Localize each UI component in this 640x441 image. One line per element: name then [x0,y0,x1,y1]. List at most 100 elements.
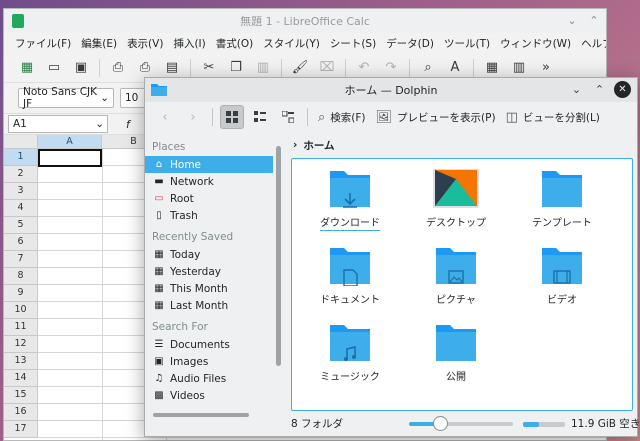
folder-documents[interactable]: ドキュメント [300,246,400,320]
places-item-last-month[interactable]: ▦ Last Month [145,297,273,314]
folder-music[interactable]: ミュージック [300,323,400,397]
row-header[interactable]: 14 [4,370,38,387]
row-header[interactable]: 6 [4,234,38,251]
row-header[interactable]: 8 [4,268,38,285]
print-icon[interactable]: ⎙ [136,59,154,77]
row-header[interactable]: 3 [4,183,38,200]
trash-icon: ▯ [156,210,162,221]
clone-formatting-icon[interactable]: 🖌 [291,59,309,77]
toolbar-overflow-icon[interactable]: » [537,59,555,77]
row-icon[interactable]: ▦ [483,59,501,77]
places-item-home[interactable]: ⌂ Home [145,156,273,173]
row-header[interactable]: 15 [4,387,38,404]
row-header[interactable]: 5 [4,217,38,234]
toolbar-separator [212,108,213,126]
places-item-yesterday[interactable]: ▦ Yesterday [145,263,273,280]
row-header[interactable]: 9 [4,285,38,302]
row-header[interactable]: 16 [4,404,38,421]
forward-icon[interactable]: › [181,105,205,129]
folder-videos[interactable]: ビデオ [512,246,612,320]
menu-window[interactable]: ウィンドウ(W) [495,36,576,51]
menu-edit[interactable]: 編集(E) [76,36,122,51]
places-item-root[interactable]: ▭ Root [145,190,273,207]
row-header[interactable]: 13 [4,353,38,370]
chevron-right-icon[interactable]: › [293,139,297,151]
search-icon: ⌕ [318,109,326,125]
maximize-icon[interactable]: ⌃ [586,12,602,28]
row-header[interactable]: 11 [4,319,38,336]
details-view-icon[interactable] [276,105,300,129]
places-item-today[interactable]: ▦ Today [145,246,273,263]
split-view-button[interactable]: ◫ ビューを分割(L) [503,105,603,129]
menu-sheet[interactable]: シート(S) [325,36,381,51]
copy-icon[interactable]: ❐ [227,59,245,77]
font-name-combo[interactable]: Noto Sans CJK JF ⌄ [18,86,114,110]
name-box[interactable]: A1 ⌄ [8,115,108,133]
folder-desktop[interactable]: デスクトップ [406,169,506,243]
function-wizard-icon[interactable]: f [126,118,130,131]
folder-downloads[interactable]: ダウンロード [300,169,400,243]
places-horizontal-scrollbar[interactable] [153,413,249,417]
open-folder-icon[interactable]: ▭ [45,59,63,77]
zoom-slider[interactable] [409,416,513,431]
new-spreadsheet-icon[interactable]: ▦ [18,59,36,77]
spelling-icon[interactable]: A [446,59,464,77]
clear-formatting-icon[interactable]: ⌧ [318,59,336,77]
minimize-icon[interactable]: ⌄ [568,81,585,98]
places-item-audio[interactable]: ♫ Audio Files [145,370,273,387]
menu-view[interactable]: 表示(V) [122,36,168,51]
folder-videos-icon [514,246,610,286]
back-icon[interactable]: ‹ [153,105,177,129]
menu-help[interactable]: ヘルプ(H) [576,36,606,51]
find-replace-icon[interactable]: ⌕ [419,59,437,77]
compact-view-icon[interactable] [248,105,272,129]
row-header[interactable]: 12 [4,336,38,353]
icons-view-icon[interactable] [220,105,244,129]
menu-data[interactable]: データ(D) [381,36,439,51]
folder-templates[interactable]: テンプレート [512,169,612,243]
column-icon[interactable]: ▥ [510,59,528,77]
places-scrollbar[interactable] [276,146,281,366]
places-panel: Places ⌂ Home ▬ Network ▭ Root ▯ Trash Recen… [145,134,283,417]
minimize-icon[interactable]: ⌄ [564,12,580,28]
places-item-videos[interactable]: ▩ Videos [145,387,273,404]
menu-insert[interactable]: 挿入(I) [168,36,210,51]
row-header[interactable]: 4 [4,200,38,217]
places-item-network[interactable]: ▬ Network [145,173,273,190]
toolbar-separator [99,58,100,77]
menu-format[interactable]: 書式(O) [211,36,258,51]
places-item-trash[interactable]: ▯ Trash [145,207,273,224]
row-header[interactable]: 10 [4,302,38,319]
menu-file[interactable]: ファイル(F) [10,36,76,51]
folder-public[interactable]: 公開 [406,323,506,397]
calc-menubar: ファイル(F) 編集(E) 表示(V) 挿入(I) 書式(O) スタイル(Y) … [4,33,606,53]
menu-styles[interactable]: スタイル(Y) [258,36,325,51]
folder-pictures[interactable]: ピクチャ [406,246,506,320]
cut-icon[interactable]: ✂ [200,59,218,77]
menu-tools[interactable]: ツール(T) [439,36,495,51]
column-header-a[interactable]: A [38,135,102,149]
places-item-images[interactable]: ▣ Images [145,353,273,370]
close-icon[interactable]: ✕ [614,81,631,98]
chevron-down-icon: ⌄ [100,92,109,104]
breadcrumb-home[interactable]: ホーム [303,138,334,153]
row-header[interactable]: 17 [4,421,38,438]
preview-button[interactable]: 🖼 プレビューを表示(P) [373,105,499,129]
row-header[interactable]: 2 [4,166,38,183]
row-header[interactable]: 1 [4,149,38,166]
places-item-this-month[interactable]: ▦ This Month [145,280,273,297]
recently-saved-section-title: Recently Saved [152,231,234,243]
search-button[interactable]: ⌕ 検索(F) [315,105,369,129]
paste-icon[interactable]: ▥ [254,59,272,77]
folder-icon-view[interactable]: ダウンロード デスクトップ テンプレートドキュメント ピクチャ ビデオミュージック 公開 [291,158,633,411]
select-all-corner[interactable] [4,135,38,149]
zoom-slider-handle[interactable] [433,416,449,431]
print-preview-icon[interactable]: ▤ [163,59,181,77]
row-header[interactable]: 7 [4,251,38,268]
save-icon[interactable]: ▣ [72,59,90,77]
places-item-documents[interactable]: ☰ Documents [145,336,273,353]
export-pdf-icon[interactable]: ⎙ [109,59,127,77]
maximize-icon[interactable]: ⌃ [591,81,608,98]
undo-icon[interactable]: ↶ [355,59,373,77]
redo-icon[interactable]: ↷ [382,59,400,77]
